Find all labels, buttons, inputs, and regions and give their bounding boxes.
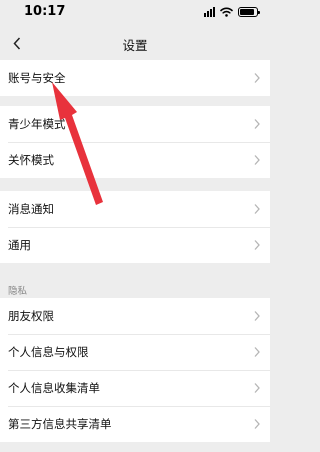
settings-row-label: 青少年模式 bbox=[8, 117, 66, 131]
nav-bar: 设置 bbox=[0, 26, 270, 60]
settings-row-care-mode[interactable]: 关怀模式 bbox=[0, 142, 270, 178]
settings-group-privacy: 朋友权限 个人信息与权限 个人信息收集清单 第三方信息共享清单 bbox=[0, 298, 270, 442]
chevron-right-icon bbox=[254, 73, 260, 83]
status-bar: 10:17 bbox=[0, 0, 270, 24]
settings-row-notifications[interactable]: 消息通知 bbox=[0, 191, 270, 227]
settings-row-label: 消息通知 bbox=[8, 202, 54, 216]
chevron-right-icon bbox=[254, 383, 260, 393]
settings-row-friend-permissions[interactable]: 朋友权限 bbox=[0, 298, 270, 334]
chevron-right-icon bbox=[254, 311, 260, 321]
settings-row-label: 通用 bbox=[8, 238, 31, 252]
settings-row-youth-mode[interactable]: 青少年模式 bbox=[0, 106, 270, 142]
settings-row-third-party-sharing[interactable]: 第三方信息共享清单 bbox=[0, 406, 270, 442]
settings-row-personal-info-collection[interactable]: 个人信息收集清单 bbox=[0, 370, 270, 406]
chevron-right-icon bbox=[254, 347, 260, 357]
settings-row-label: 账号与安全 bbox=[8, 71, 66, 85]
chevron-right-icon bbox=[254, 119, 260, 129]
settings-row-label: 关怀模式 bbox=[8, 153, 54, 167]
settings-group-account: 账号与安全 bbox=[0, 60, 270, 96]
wifi-icon bbox=[220, 7, 233, 17]
page-title: 设置 bbox=[122, 38, 148, 53]
settings-group-general: 消息通知 通用 bbox=[0, 191, 270, 263]
status-time: 10:17 bbox=[24, 4, 66, 19]
settings-row-general[interactable]: 通用 bbox=[0, 227, 270, 263]
section-header-privacy: 隐私 bbox=[8, 286, 28, 297]
chevron-right-icon bbox=[254, 155, 260, 165]
chevron-right-icon bbox=[254, 204, 260, 214]
settings-row-personal-info-permissions[interactable]: 个人信息与权限 bbox=[0, 334, 270, 370]
settings-row-label: 个人信息与权限 bbox=[8, 345, 89, 359]
settings-row-account-security[interactable]: 账号与安全 bbox=[0, 60, 270, 96]
settings-group-modes: 青少年模式 关怀模式 bbox=[0, 106, 270, 178]
chevron-right-icon bbox=[254, 240, 260, 250]
battery-icon bbox=[238, 7, 260, 17]
settings-row-label: 个人信息收集清单 bbox=[8, 381, 100, 395]
chevron-right-icon bbox=[254, 419, 260, 429]
settings-row-label: 第三方信息共享清单 bbox=[8, 417, 112, 431]
settings-row-label: 朋友权限 bbox=[8, 309, 54, 323]
status-icons bbox=[204, 5, 260, 19]
signal-icon bbox=[204, 7, 215, 17]
